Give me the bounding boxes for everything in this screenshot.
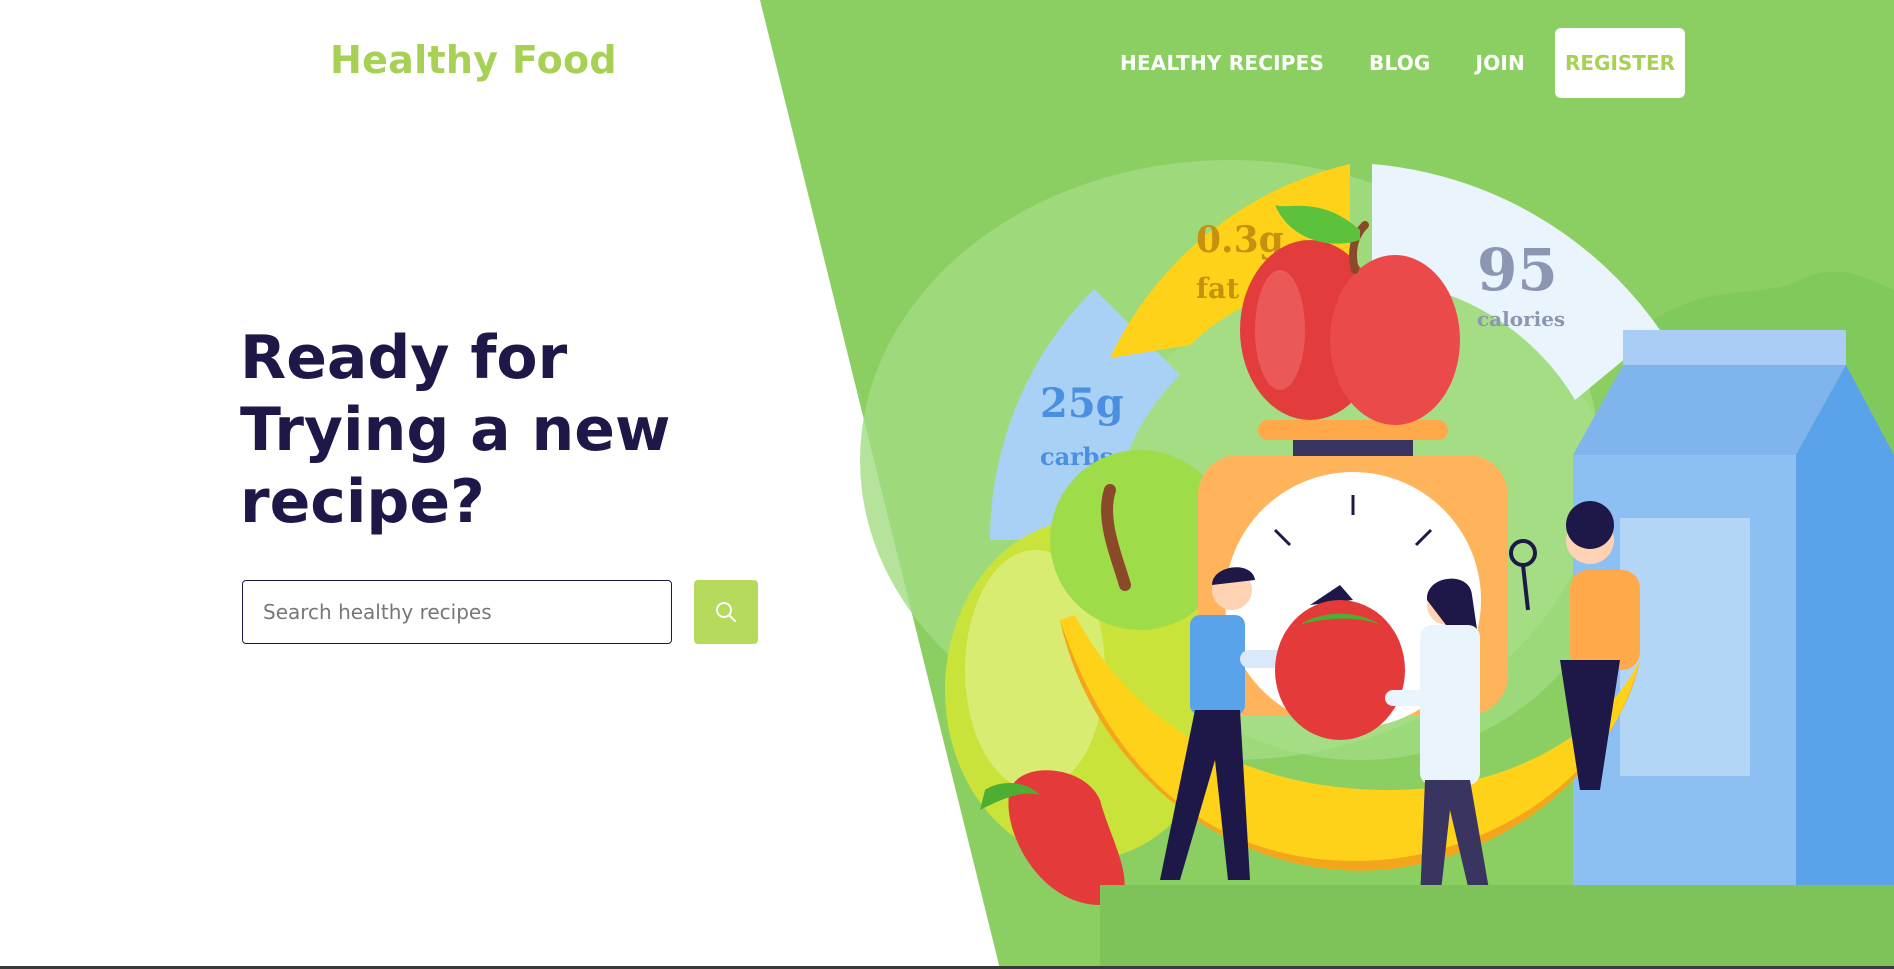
calories-value: 95: [1477, 236, 1558, 304]
carbs-value: 25g: [1040, 380, 1124, 427]
fat-label: fat: [1196, 272, 1239, 305]
fat-value: 0.3g: [1196, 219, 1284, 261]
healthy-food-illustration: 25g carbs 0.3g fat 95 calories: [860, 160, 1894, 969]
calories-label: calories: [1477, 307, 1565, 331]
strawberry-held: [1275, 600, 1405, 740]
